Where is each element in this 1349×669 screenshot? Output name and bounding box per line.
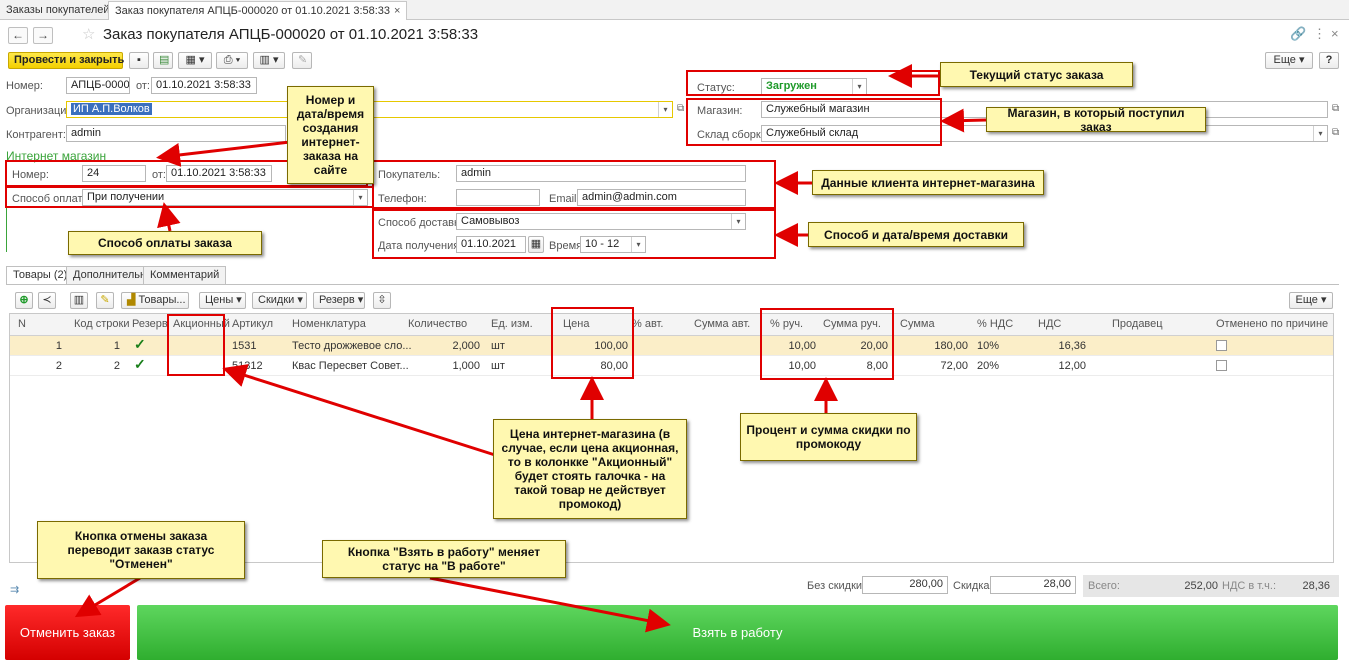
cancel-arrow bbox=[74, 576, 141, 618]
callout-status: Текущий статус заказа bbox=[940, 62, 1133, 87]
store-arrow bbox=[940, 108, 987, 133]
callout-number: Номер и дата/время создания интернет-зак… bbox=[287, 86, 374, 184]
callout-payment: Способ оплаты заказа bbox=[68, 231, 262, 255]
payment-arrow bbox=[157, 202, 181, 232]
callout-store: Магазин, в который поступил заказ bbox=[986, 106, 1206, 134]
callout-cancel: Кнопка отмены заказа переводит заказв ст… bbox=[37, 521, 245, 579]
callout-price: Цена интернет-магазина (в случае, если ц… bbox=[493, 419, 687, 519]
callout-delivery: Способ и дата/время доставки bbox=[808, 222, 1024, 247]
callout-take: Кнопка "Взять в работу" меняет статус на… bbox=[322, 540, 566, 578]
take-arrow bbox=[429, 576, 671, 633]
callout-client: Данные клиента интернет-магазина bbox=[812, 170, 1044, 195]
number-arrow bbox=[156, 140, 291, 167]
promo-arrow bbox=[222, 364, 496, 457]
callout-promo: Процент и сумма скидки по промокоду bbox=[740, 413, 917, 461]
